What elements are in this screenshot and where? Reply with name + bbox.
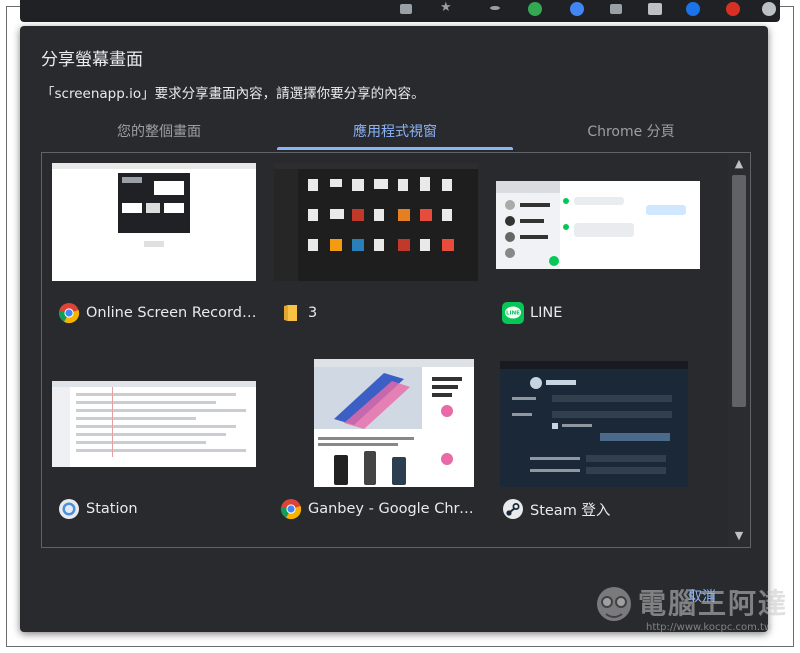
extension-icon[interactable] (762, 2, 776, 16)
tab-application-window[interactable]: 應用程式視窗 (277, 118, 513, 150)
source-name: LINE (530, 305, 563, 321)
watermark-mascot-icon (597, 587, 631, 621)
chrome-icon (280, 498, 302, 520)
source-name: Station (86, 501, 138, 517)
source-tile[interactable]: Ganbey - Google Chro... (266, 349, 486, 539)
source-label: LINE LINE (502, 300, 702, 326)
source-tile[interactable]: Online Screen Recorde... (44, 153, 264, 343)
extension-icon[interactable] (528, 2, 542, 16)
source-label: Ganbey - Google Chro... (280, 496, 480, 522)
extension-icon[interactable] (686, 2, 700, 16)
svg-text:LINE: LINE (506, 311, 520, 317)
scroll-down-arrow-icon[interactable]: ▼ (728, 527, 750, 545)
browser-toolbar-strip: ★ (20, 0, 780, 22)
dialog-subtitle: 「screenapp.io」要求分享畫面內容，請選擇你要分享的內容。 (41, 86, 425, 102)
source-label: Steam 登入 (502, 496, 702, 522)
tab-chrome-tab[interactable]: Chrome 分頁 (513, 118, 749, 150)
chat-icon[interactable] (610, 4, 622, 14)
source-label: 3 (280, 300, 480, 326)
source-label: Station (58, 496, 258, 522)
scrollbar[interactable]: ▲ ▼ (728, 153, 750, 547)
source-label: Online Screen Recorde... (58, 300, 258, 326)
source-name: Online Screen Recorde... (86, 305, 258, 321)
window-thumbnail (314, 359, 474, 487)
source-tile[interactable]: Steam 登入 (488, 349, 708, 539)
window-thumbnail (52, 163, 256, 281)
active-tab-indicator (277, 147, 513, 150)
cancel-button[interactable]: 取消 (688, 586, 716, 606)
source-tile[interactable]: LINE LINE (488, 153, 708, 343)
steam-icon (502, 498, 524, 520)
tab-entire-screen[interactable]: 您的整個畫面 (41, 118, 277, 150)
folder-icon (280, 302, 302, 324)
window-thumbnail (496, 181, 700, 269)
station-icon (58, 498, 80, 520)
watermark-url: http://www.kocpc.com.tw (646, 622, 773, 633)
source-name: Ganbey - Google Chro... (308, 501, 480, 517)
window-thumbnail (500, 361, 688, 487)
source-tile[interactable]: 3 (266, 153, 486, 343)
window-thumbnail (52, 381, 256, 467)
scroll-up-arrow-icon[interactable]: ▲ (728, 155, 750, 173)
extension-icon[interactable] (400, 4, 412, 14)
source-grid: Online Screen Recorde... 3 LINE LINE Sta… (42, 153, 728, 547)
source-tile[interactable]: Station (44, 349, 264, 539)
dialog-title: 分享螢幕畫面 (41, 50, 143, 70)
scroll-thumb[interactable] (732, 175, 746, 407)
line-icon: LINE (502, 302, 524, 324)
source-list: Online Screen Recorde... 3 LINE LINE Sta… (41, 152, 751, 548)
window-thumbnail (274, 163, 478, 281)
chrome-icon (58, 302, 80, 324)
source-name: 3 (308, 305, 318, 321)
extension-icon[interactable] (726, 2, 740, 16)
source-name: Steam 登入 (530, 502, 611, 519)
share-screen-dialog: 分享螢幕畫面 「screenapp.io」要求分享畫面內容，請選擇你要分享的內容… (20, 26, 786, 633)
extension-icon[interactable] (570, 2, 584, 16)
tab-bar: 您的整個畫面 應用程式視窗 Chrome 分頁 (41, 118, 749, 150)
extension-icon[interactable] (648, 3, 662, 15)
star-icon[interactable]: ★ (440, 0, 454, 15)
extension-icon[interactable] (490, 6, 500, 10)
